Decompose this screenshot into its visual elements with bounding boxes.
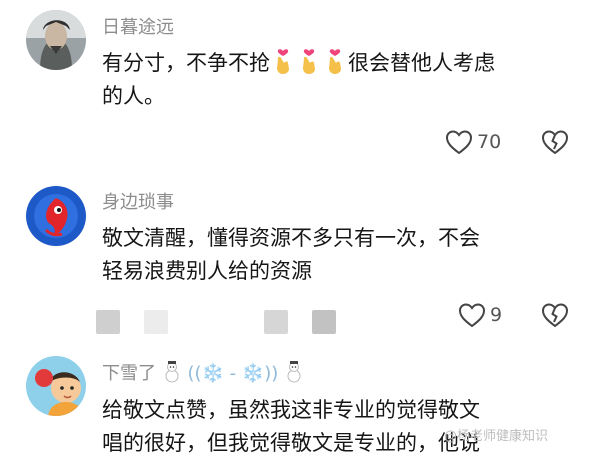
like-count: 9: [490, 304, 503, 326]
blurred-image: [264, 310, 288, 334]
broken-heart-icon: [541, 130, 569, 155]
comment-item: 日暮途远 有分寸，不争不抢 很会替他人考虑 的人。 70: [0, 0, 600, 176]
snowman-icon: [165, 361, 179, 383]
broken-heart-icon: [541, 303, 569, 328]
watermark: @杨老师健康知识: [444, 429, 549, 444]
username[interactable]: 身边琐事: [102, 188, 174, 214]
dislike-button[interactable]: [541, 302, 569, 332]
like-button[interactable]: 9: [458, 302, 502, 328]
dislike-button[interactable]: [541, 129, 569, 159]
finger-heart-emoji-icon: [329, 49, 341, 74]
blurred-image: [312, 310, 336, 334]
finger-heart-emoji-icon: [303, 49, 315, 74]
comment-text: 有分寸，不争不抢 很会替他人考虑 的人。: [102, 47, 582, 113]
avatar[interactable]: [26, 186, 86, 246]
like-count: 70: [477, 131, 502, 153]
snowman-icon: [287, 361, 301, 383]
heart-outline-icon: [458, 303, 486, 328]
avatar[interactable]: [26, 10, 86, 70]
comment-item: 身边琐事 敬文清醒，懂得资源不多只有一次，不会 轻易浪费别人给的资源 9: [0, 176, 600, 344]
comment-text: 敬文清醒，懂得资源不多只有一次，不会 轻易浪费别人给的资源: [102, 226, 480, 283]
finger-heart-emoji-icon: [277, 49, 289, 74]
blurred-image: [144, 310, 168, 334]
heart-outline-icon: [445, 130, 473, 155]
blurred-image: [96, 310, 120, 334]
like-button[interactable]: 70: [445, 129, 501, 155]
username[interactable]: 日暮途远: [102, 13, 174, 39]
username[interactable]: 下雪了 ((❄️ - ❄️)): [102, 359, 304, 385]
avatar[interactable]: [26, 356, 86, 416]
